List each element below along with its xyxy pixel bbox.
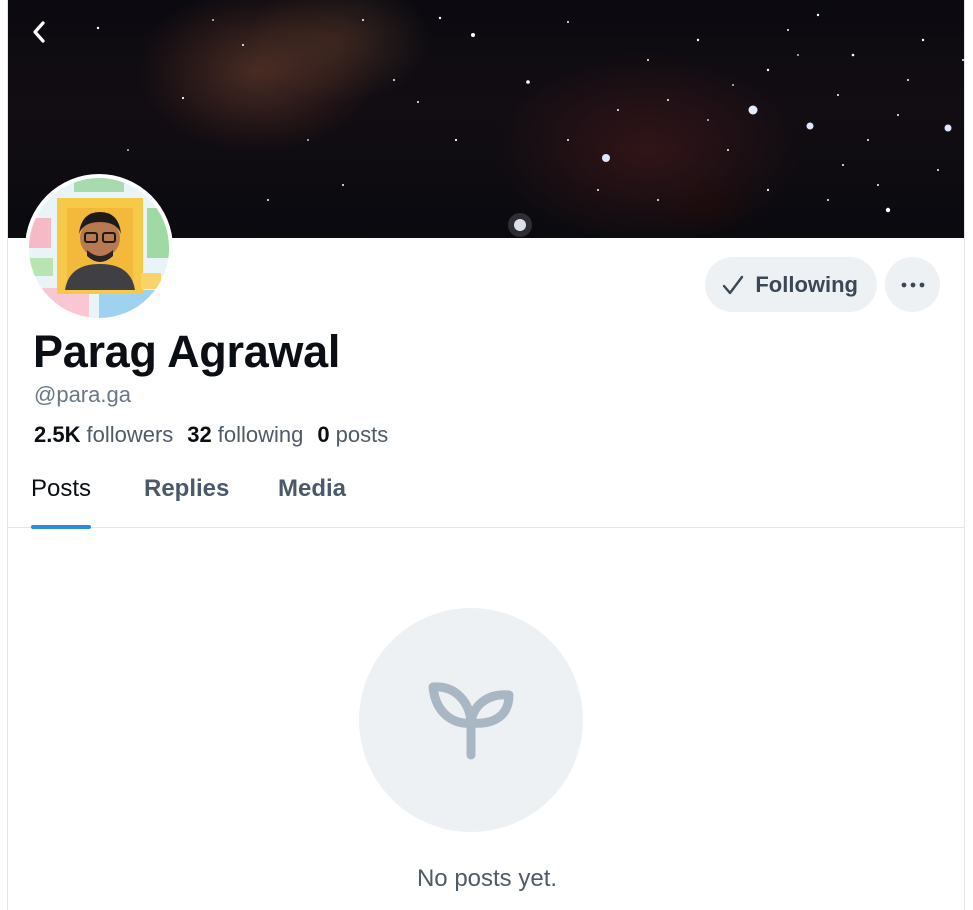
- empty-state-message: No posts yet.: [416, 865, 558, 892]
- more-options-button[interactable]: [885, 257, 940, 312]
- tab-posts[interactable]: Posts: [31, 470, 92, 529]
- avatar-illustration: [29, 178, 169, 318]
- profile-handle: @para.ga: [34, 382, 131, 407]
- empty-state-icon-circle: [359, 608, 583, 832]
- profile-stats: 2.5K followers 32 following 0 posts: [34, 422, 388, 448]
- followers-stat[interactable]: 2.5K followers: [34, 422, 173, 448]
- profile-tabs: Posts Replies Media: [8, 470, 964, 529]
- tab-media[interactable]: Media: [278, 470, 346, 528]
- profile-actions: Following: [705, 257, 940, 312]
- posts-stat: 0 posts: [317, 422, 388, 448]
- sprout-icon: [428, 682, 514, 760]
- posts-count: 0: [317, 422, 330, 447]
- more-horizontal-icon: [901, 282, 924, 287]
- chevron-left-icon: [33, 21, 45, 43]
- tab-media-label: Media: [278, 475, 347, 502]
- tab-posts-label: Posts: [31, 475, 92, 502]
- following-stat[interactable]: 32 following: [187, 422, 303, 448]
- back-button[interactable]: [28, 18, 68, 58]
- following-count: 32: [187, 422, 212, 447]
- followers-label: followers: [86, 422, 174, 447]
- check-icon: [723, 275, 744, 294]
- avatar[interactable]: [25, 174, 173, 322]
- followers-count: 2.5K: [34, 422, 81, 447]
- posts-label: posts: [335, 422, 389, 447]
- tab-replies-label: Replies: [144, 475, 230, 502]
- empty-state: No posts yet.: [8, 528, 964, 910]
- following-stat-label: following: [217, 422, 304, 447]
- profile-page: Following Parag Agrawal @para.ga 2.5K fol…: [7, 0, 965, 910]
- display-name: Parag Agrawal: [33, 326, 341, 377]
- following-button[interactable]: Following: [705, 257, 877, 312]
- following-label: Following: [755, 271, 858, 297]
- tab-replies[interactable]: Replies: [144, 470, 229, 528]
